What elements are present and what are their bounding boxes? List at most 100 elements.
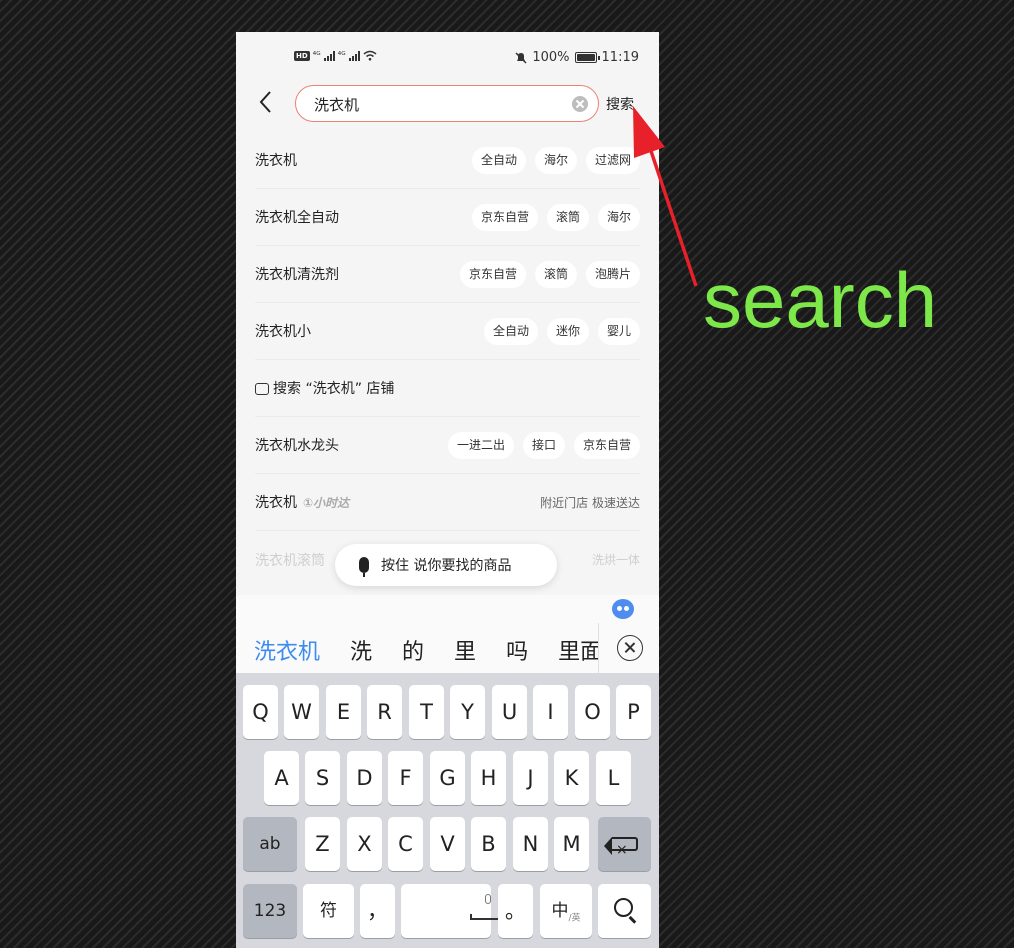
wifi-icon bbox=[363, 50, 377, 61]
search-box[interactable] bbox=[295, 85, 599, 122]
voice-search-label: 按住 说你要找的商品 bbox=[381, 558, 512, 574]
key-g[interactable]: G bbox=[430, 751, 465, 805]
voice-search-button[interactable]: 按住 说你要找的商品 bbox=[335, 544, 557, 586]
suggestion-tag[interactable]: 海尔 bbox=[597, 204, 640, 231]
phone-screen: HD ⁴ᴳ ⁴ᴳ 100% 11:19 搜 bbox=[236, 32, 659, 948]
key-y[interactable]: Y bbox=[450, 685, 485, 739]
suggestion-term: 搜索 “洗衣机” 店铺 bbox=[273, 381, 395, 397]
key-comma[interactable]: ， bbox=[360, 884, 395, 938]
key-q[interactable]: Q bbox=[243, 685, 278, 739]
candidate-word[interactable]: 洗 bbox=[350, 634, 372, 666]
key-abc-toggle[interactable]: ab bbox=[243, 817, 297, 871]
suggestion-tags: 京东自营 滚筒 海尔 bbox=[471, 204, 640, 231]
key-b[interactable]: B bbox=[471, 817, 506, 871]
suggestion-row[interactable]: 洗衣机清洗剂 京东自营 滚筒 泡腾片 bbox=[255, 246, 640, 303]
battery-icon bbox=[574, 52, 600, 63]
key-language-toggle[interactable]: 中/英 bbox=[540, 884, 592, 938]
search-submit-button[interactable]: 搜索 bbox=[606, 94, 634, 114]
clear-input-icon[interactable] bbox=[572, 96, 588, 112]
candidate-word[interactable]: 的 bbox=[402, 634, 424, 666]
key-w[interactable]: W bbox=[284, 685, 319, 739]
suggestion-tag[interactable]: 迷你 bbox=[546, 318, 589, 345]
suggestion-tag[interactable]: 泡腾片 bbox=[585, 261, 640, 288]
microphone-icon bbox=[359, 557, 369, 577]
suggestion-row[interactable]: 洗衣机全自动 京东自营 滚筒 海尔 bbox=[255, 189, 640, 246]
suggestion-term: 洗衣机全自动 bbox=[255, 210, 339, 226]
key-l[interactable]: L bbox=[596, 751, 631, 805]
suggestion-term: 洗衣机滚筒 bbox=[255, 552, 325, 569]
suggestion-term: 洗衣机小 bbox=[255, 324, 311, 340]
hour-delivery-badge: ①小时达 bbox=[303, 495, 350, 510]
suggestion-term: 洗衣机水龙头 bbox=[255, 438, 339, 454]
key-a[interactable]: A bbox=[264, 751, 299, 805]
suggestion-row[interactable]: 洗衣机水龙头 一进二出 接口 京东自营 bbox=[255, 417, 640, 474]
key-d[interactable]: D bbox=[347, 751, 382, 805]
key-backspace[interactable] bbox=[598, 817, 651, 877]
suggestion-term: 洗衣机清洗剂 bbox=[255, 267, 339, 283]
suggestion-row[interactable]: 洗衣机小 全自动 迷你 婴儿 bbox=[255, 303, 640, 360]
suggestion-list: 洗衣机 全自动 海尔 过滤网 洗衣机全自动 京东自营 滚筒 海尔 洗衣机清洗剂 … bbox=[236, 132, 659, 588]
candidate-word[interactable]: 里面 bbox=[558, 634, 598, 666]
key-space[interactable] bbox=[401, 884, 506, 938]
suggestion-tag[interactable]: 滚筒 bbox=[534, 261, 577, 288]
suggestion-tag[interactable]: 过滤网 bbox=[585, 147, 640, 174]
backspace-icon bbox=[604, 823, 638, 877]
key-m[interactable]: M bbox=[554, 817, 589, 871]
key-x[interactable]: X bbox=[347, 817, 382, 871]
store-search-row[interactable]: 搜索 “洗衣机” 店铺 bbox=[255, 360, 640, 417]
suggestion-tags: 全自动 海尔 过滤网 bbox=[471, 147, 640, 174]
candidate-word[interactable]: 吗 bbox=[506, 634, 528, 666]
suggestion-tag[interactable]: 婴儿 bbox=[597, 318, 640, 345]
suggestion-tag[interactable]: 海尔 bbox=[534, 147, 577, 174]
suggestion-row[interactable]: 洗衣机 全自动 海尔 过滤网 bbox=[255, 132, 640, 189]
suggestion-tag[interactable]: 滚筒 bbox=[546, 204, 589, 231]
key-i[interactable]: I bbox=[533, 685, 568, 739]
key-e[interactable]: E bbox=[326, 685, 361, 739]
suggestion-tags: 一进二出 接口 京东自营 bbox=[447, 432, 640, 459]
key-search[interactable] bbox=[598, 884, 651, 938]
suggestion-tag[interactable]: 全自动 bbox=[471, 147, 526, 174]
key-t[interactable]: T bbox=[409, 685, 444, 739]
key-r[interactable]: R bbox=[367, 685, 402, 739]
search-input[interactable] bbox=[314, 93, 554, 115]
key-k[interactable]: K bbox=[554, 751, 589, 805]
key-c[interactable]: C bbox=[388, 817, 423, 871]
key-period[interactable]: 。 bbox=[498, 884, 533, 938]
suggestion-row[interactable]: 洗衣机 ①小时达 附近门店 极速送达 bbox=[255, 474, 640, 531]
suggestion-tag[interactable]: 京东自营 bbox=[459, 261, 526, 288]
key-symbols[interactable]: 符 bbox=[303, 884, 354, 938]
candidate-word[interactable]: 里 bbox=[454, 634, 476, 666]
ime-logo-icon[interactable] bbox=[612, 599, 634, 619]
key-p[interactable]: P bbox=[616, 685, 651, 739]
key-u[interactable]: U bbox=[492, 685, 527, 739]
close-candidates-icon[interactable] bbox=[617, 635, 643, 661]
network-4g-label: ⁴ᴳ bbox=[312, 50, 321, 61]
suggestion-term: 洗衣机 bbox=[255, 153, 297, 169]
suggestion-tag[interactable]: 京东自营 bbox=[471, 204, 538, 231]
ime-candidate-bar: 洗衣机 洗 的 里 吗 里面 bbox=[236, 595, 659, 673]
signal-indicators: HD ⁴ᴳ ⁴ᴳ bbox=[294, 50, 377, 61]
key-h[interactable]: H bbox=[471, 751, 506, 805]
key-numbers[interactable]: 123 bbox=[243, 884, 297, 938]
key-s[interactable]: S bbox=[305, 751, 340, 805]
key-n[interactable]: N bbox=[513, 817, 548, 871]
suggestion-tag[interactable]: 接口 bbox=[522, 432, 565, 459]
status-bar: HD ⁴ᴳ ⁴ᴳ 100% 11:19 bbox=[236, 32, 659, 84]
key-o[interactable]: O bbox=[575, 685, 610, 739]
candidate-divider bbox=[598, 623, 599, 673]
candidate-word[interactable]: 洗衣机 bbox=[254, 634, 320, 666]
back-button[interactable] bbox=[258, 90, 282, 118]
suggestion-tag[interactable]: 京东自营 bbox=[573, 432, 640, 459]
ime-toolbar bbox=[236, 595, 659, 623]
key-z[interactable]: Z bbox=[305, 817, 340, 871]
delivery-note: 附近门店 极速送达 bbox=[540, 495, 640, 510]
clock: 11:19 bbox=[601, 50, 639, 65]
suggestion-tag[interactable]: 全自动 bbox=[483, 318, 538, 345]
signal-bars-icon-2 bbox=[348, 50, 360, 61]
mute-bell-icon bbox=[515, 51, 527, 64]
key-j[interactable]: J bbox=[513, 751, 548, 805]
suggestion-tag[interactable]: 一进二出 bbox=[447, 432, 514, 459]
keyboard: Q W E R T Y U I O P A S D F G H J K L ab… bbox=[236, 673, 659, 948]
key-v[interactable]: V bbox=[430, 817, 465, 871]
key-f[interactable]: F bbox=[388, 751, 423, 805]
